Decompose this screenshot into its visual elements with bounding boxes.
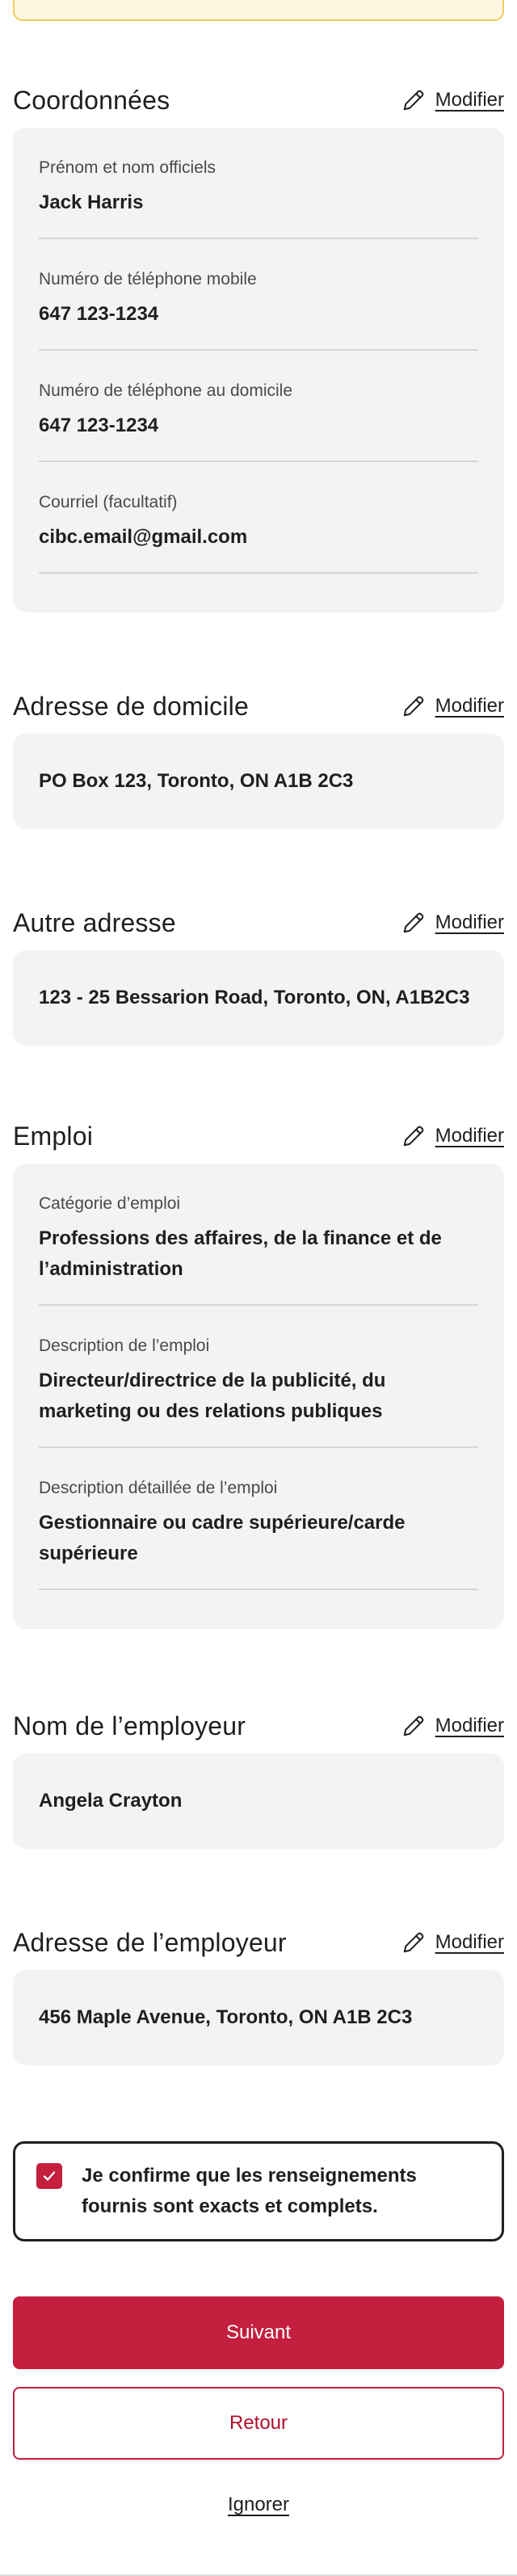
field-mobile-phone: Numéro de téléphone mobile 647 123-1234	[39, 268, 478, 351]
edit-employment-button[interactable]: Modifier	[401, 1124, 504, 1148]
section-other-address: Autre adresse Modifier 123 - 25 Bessario…	[13, 907, 504, 1046]
contact-info-card: Prénom et nom officiels Jack Harris Numé…	[13, 128, 504, 612]
edit-label: Modifier	[435, 89, 504, 111]
section-home-address: Adresse de domicile Modifier PO Box 123,…	[13, 691, 504, 829]
checkmark-icon	[43, 2171, 56, 2181]
confirm-text: Je confirme que les renseignements fourn…	[82, 2165, 417, 2217]
employer-address-card: 456 Maple Avenue, Toronto, ON A1B 2C3	[13, 1970, 504, 2065]
confirm-checkbox[interactable]	[36, 2163, 62, 2189]
pencil-icon	[403, 1932, 423, 1953]
back-button[interactable]: Retour	[13, 2387, 504, 2460]
edit-employer-address-button[interactable]: Modifier	[401, 1930, 504, 1955]
employer-name-value: Angela Crayton	[39, 1790, 183, 1812]
field-label: Catégorie d’emploi	[39, 1194, 181, 1213]
notice-banner	[13, 0, 504, 21]
pencil-icon	[403, 696, 423, 717]
field-label: Numéro de téléphone mobile	[39, 270, 257, 288]
section-title: Autre adresse	[13, 907, 176, 937]
section-employer-name: Nom de l’employeur Modifier Angela Crayt…	[13, 1711, 504, 1849]
ignore-link[interactable]: Ignorer	[0, 2494, 517, 2516]
field-label: Prénom et nom officiels	[39, 158, 216, 177]
field-value: Directeur/directrice de la publicité, du…	[39, 1370, 386, 1422]
edit-other-address-button[interactable]: Modifier	[401, 911, 504, 935]
other-address-card: 123 - 25 Bessarion Road, Toronto, ON, A1…	[13, 950, 504, 1046]
employer-name-card: Angela Crayton	[13, 1753, 504, 1849]
field-label: Courriel (facultatif)	[39, 493, 178, 511]
edit-label: Modifier	[435, 695, 504, 717]
field-value: cibc.email@gmail.com	[39, 526, 248, 548]
edit-label: Modifier	[435, 1715, 504, 1736]
pencil-icon	[403, 1715, 423, 1736]
field-label: Description de l’emploi	[39, 1336, 210, 1355]
section-employer-address: Adresse de l’employeur Modifier 456 Mapl…	[13, 1927, 504, 2065]
home-address-value: PO Box 123, Toronto, ON A1B 2C3	[39, 770, 354, 792]
employer-address-value: 456 Maple Avenue, Toronto, ON A1B 2C3	[39, 2006, 413, 2028]
field-legal-name: Prénom et nom officiels Jack Harris	[39, 157, 478, 239]
field-job-category: Catégorie d’emploi Professions des affai…	[39, 1193, 478, 1306]
section-title: Adresse de domicile	[13, 691, 249, 721]
section-title: Coordonnées	[13, 85, 170, 115]
edit-home-address-button[interactable]: Modifier	[401, 694, 504, 718]
pencil-icon	[403, 1126, 423, 1147]
section-title: Nom de l’employeur	[13, 1711, 246, 1740]
section-employment: Emploi Modifier Catégorie d’emploi Profe…	[13, 1121, 504, 1629]
home-address-card: PO Box 123, Toronto, ON A1B 2C3	[13, 734, 504, 829]
pencil-icon	[403, 912, 423, 933]
field-label: Numéro de téléphone au domicile	[39, 381, 293, 400]
section-contact-info: Coordonnées Modifier Prénom et nom offic…	[13, 85, 504, 612]
field-value: 647 123-1234	[39, 415, 159, 436]
field-label: Description détaillée de l’emploi	[39, 1479, 278, 1497]
edit-contact-info-button[interactable]: Modifier	[401, 88, 504, 112]
field-job-description: Description de l’emploi Directeur/direct…	[39, 1335, 478, 1448]
section-title: Adresse de l’employeur	[13, 1927, 287, 1957]
field-email: Courriel (facultatif) cibc.email@gmail.c…	[39, 491, 478, 574]
field-home-phone: Numéro de téléphone au domicile 647 123-…	[39, 380, 478, 462]
pencil-icon	[403, 90, 423, 111]
field-value: Jack Harris	[39, 192, 144, 213]
edit-employer-name-button[interactable]: Modifier	[401, 1714, 504, 1738]
field-value: 647 123-1234	[39, 303, 159, 325]
edit-label: Modifier	[435, 1931, 504, 1953]
section-title: Emploi	[13, 1121, 94, 1151]
employment-card: Catégorie d’emploi Professions des affai…	[13, 1164, 504, 1629]
field-job-detail: Description détaillée de l’emploi Gestio…	[39, 1477, 478, 1590]
next-button[interactable]: Suivant	[13, 2296, 504, 2369]
edit-label: Modifier	[435, 1125, 504, 1147]
other-address-value: 123 - 25 Bessarion Road, Toronto, ON, A1…	[39, 987, 470, 1008]
field-value: Professions des affaires, de la finance …	[39, 1227, 442, 1280]
confirm-checkbox-container[interactable]: Je confirme que les renseignements fourn…	[13, 2141, 504, 2241]
edit-label: Modifier	[435, 911, 504, 933]
field-value: Gestionnaire ou cadre supérieure/carde s…	[39, 1512, 406, 1564]
